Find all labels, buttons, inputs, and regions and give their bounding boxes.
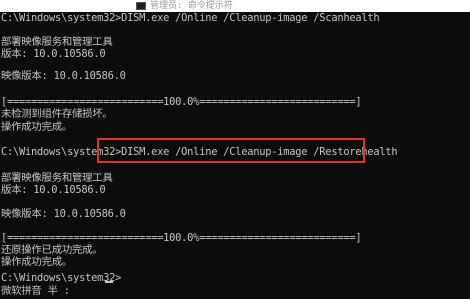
highlight-annotation — [97, 138, 365, 163]
window-title: 管理员: 命令提示符 — [150, 1, 233, 11]
console-line-9: 未检测到组件存储损坏。 — [1, 108, 113, 120]
console-line-20: 还原操作已成功完成。 — [1, 244, 103, 256]
console-line-15: 版本: 10.0.10586.0 — [1, 184, 106, 196]
console-line-8: [==========================100.0%=======… — [1, 96, 362, 108]
console-line-21: 操作成功完成。 — [1, 256, 72, 268]
console-line-17: 映像版本: 10.0.10586.0 — [1, 208, 126, 220]
text-cursor — [105, 281, 113, 283]
console-line-1: C:\Windows\system32>DISM.exe /Online /Cl… — [1, 12, 380, 24]
console-line-4: 版本: 10.0.10586.0 — [1, 48, 106, 60]
console-line-19: [==========================100.0%=======… — [1, 232, 362, 244]
console-line-14: 部署映像服务和管理工具 — [1, 172, 113, 184]
console-line-3: 部署映像服务和管理工具 — [1, 36, 113, 48]
title-bar[interactable]: 管理员: 命令提示符 — [0, 0, 470, 12]
console-line-23: C:\Windows\system32> — [1, 272, 122, 284]
cmd-icon — [136, 2, 146, 10]
ime-status-line: 微软拼音 半 : — [1, 285, 70, 297]
console-line-6: 映像版本: 10.0.10586.0 — [1, 70, 126, 82]
console-line-10: 操作成功完成。 — [1, 121, 72, 133]
